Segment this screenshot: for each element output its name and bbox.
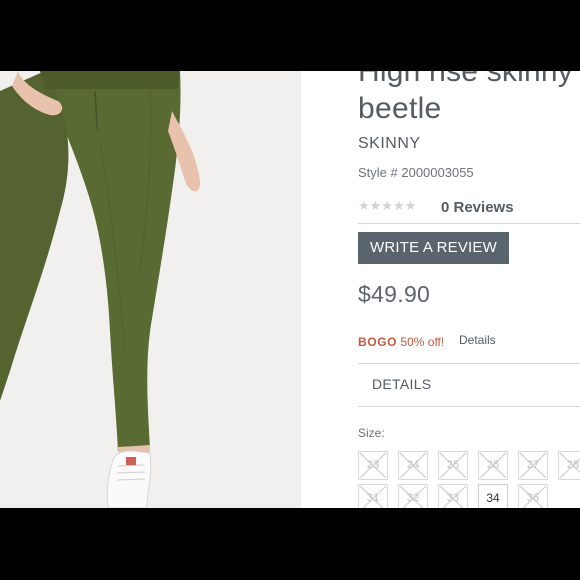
divider — [358, 363, 580, 364]
screen-frame: High rise skinny o beetle SKINNY Style #… — [0, 0, 580, 580]
size-option-28[interactable]: 28 — [558, 451, 580, 480]
size-option-24[interactable]: 24 — [398, 451, 428, 480]
size-option-label: 27 — [526, 459, 540, 471]
product-title-line1: High rise skinny o — [358, 71, 580, 88]
size-option-25[interactable]: 25 — [438, 451, 468, 480]
promo-details-link[interactable]: Details — [459, 333, 496, 347]
size-option-label: 28 — [566, 459, 580, 471]
product-page: High rise skinny o beetle SKINNY Style #… — [0, 71, 580, 508]
size-option-34[interactable]: 34 — [478, 484, 508, 508]
size-option-label: 36 — [526, 492, 540, 504]
size-option-33[interactable]: 33 — [438, 484, 468, 508]
product-photo[interactable] — [0, 71, 301, 508]
size-option-26[interactable]: 26 — [478, 451, 508, 480]
product-title-line2: beetle — [358, 92, 442, 125]
promo-offer: 50% off! — [397, 335, 445, 349]
size-option-36[interactable]: 36 — [518, 484, 548, 508]
write-review-button[interactable]: WRITE A REVIEW — [358, 232, 509, 264]
divider — [358, 406, 580, 407]
jeans-model-image — [0, 71, 301, 508]
details-tab[interactable]: DETAILS — [372, 376, 431, 392]
size-option-27[interactable]: 27 — [518, 451, 548, 480]
size-option-label: 31 — [366, 492, 380, 504]
size-option-label: 32 — [406, 492, 420, 504]
size-option-label: 25 — [446, 459, 460, 471]
product-info-panel: High rise skinny o beetle SKINNY Style #… — [301, 71, 580, 508]
size-label: Size: — [358, 426, 385, 440]
rating-stars[interactable]: ★★★★★ — [358, 198, 416, 214]
promo-code: BOGO — [358, 335, 398, 349]
reviews-count-link[interactable]: 0 Reviews — [441, 199, 514, 216]
size-option-23[interactable]: 23 — [358, 451, 388, 480]
size-option-32[interactable]: 32 — [398, 484, 428, 508]
product-price: $49.90 — [358, 281, 431, 307]
size-option-label: 33 — [446, 492, 460, 504]
promo-text: BOGO 50% off! — [358, 335, 444, 349]
style-number: Style # 2000003055 — [358, 165, 474, 180]
size-option-label: 34 — [486, 491, 500, 505]
size-option-label: 23 — [366, 459, 380, 471]
size-option-31[interactable]: 31 — [358, 484, 388, 508]
size-option-label: 26 — [486, 459, 500, 471]
divider — [358, 223, 580, 224]
size-option-label: 24 — [406, 459, 420, 471]
product-category: SKINNY — [358, 135, 421, 152]
